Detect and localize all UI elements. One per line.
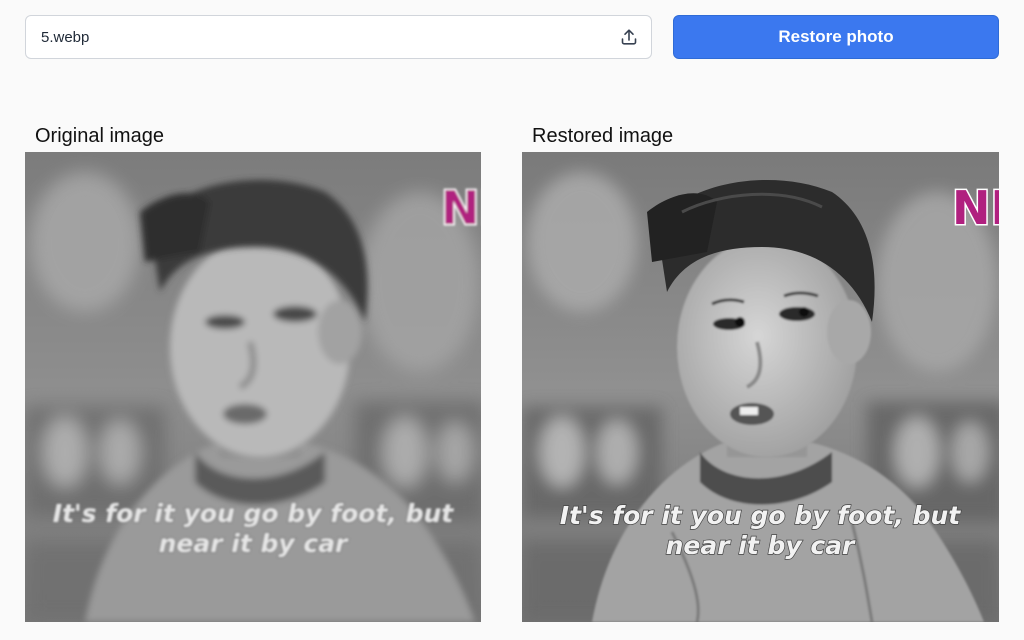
upload-icon[interactable] [619,27,639,47]
original-image-label: Original image [35,125,164,147]
subtitle-line-1: It's for it you go by foot, but [53,499,455,528]
logo-text: NM [441,181,481,235]
file-name-text: 5.webp [41,28,90,46]
subtitle-line-2: near it by car [159,529,349,558]
file-input[interactable]: 5.webp [25,15,652,59]
restore-photo-button[interactable]: Restore photo [673,15,999,59]
subtitle-line-1: It's for it you go by foot, but [560,501,962,530]
subtitle-line-2: near it by car [666,531,856,560]
original-image: NM It's for it you go by foot, but near … [25,152,481,622]
logo-text: NM [952,181,999,235]
restored-image-label: Restored image [532,125,674,147]
restored-image: NM It's for it you go by foot, but near … [522,152,999,622]
